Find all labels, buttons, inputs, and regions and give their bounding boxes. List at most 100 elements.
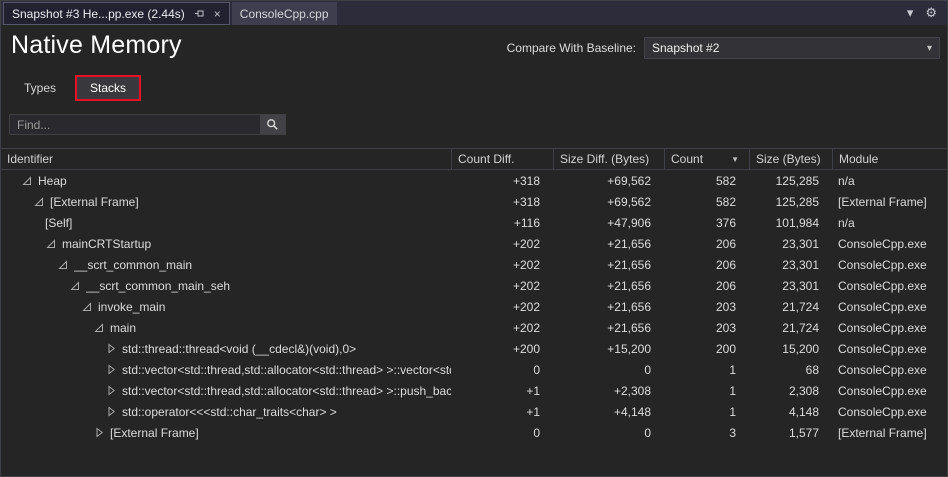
- search-icon[interactable]: [260, 115, 285, 134]
- row-size-diff: +21,656: [607, 278, 651, 293]
- row-count-diff: +318: [512, 194, 540, 209]
- row-module: ConsoleCpp.exe: [838, 299, 927, 314]
- row-identifier: invoke_main: [98, 299, 166, 314]
- row-count: 3: [729, 425, 736, 440]
- row-module: ConsoleCpp.exe: [838, 362, 927, 377]
- column-header-count[interactable]: Count ▼: [664, 149, 749, 169]
- row-identifier: __scrt_common_main: [74, 257, 193, 272]
- row-count-diff: +202: [512, 257, 540, 272]
- table-row[interactable]: __scrt_common_main +202 +21,656 206 23,3…: [1, 254, 947, 275]
- expanded-triangle-icon[interactable]: [34, 196, 44, 207]
- row-identifier: [External Frame]: [50, 194, 139, 209]
- row-size-diff: +69,562: [607, 194, 651, 209]
- identifier-cell: std::operator<<<std::char_traits<char> >: [1, 405, 451, 419]
- table-row[interactable]: [Self] +116 +47,906 376 101,984 n/a: [1, 212, 947, 233]
- collapsed-triangle-icon[interactable]: [94, 427, 104, 438]
- collapsed-triangle-icon[interactable]: [106, 385, 116, 396]
- row-size-diff: +21,656: [607, 236, 651, 251]
- row-count: 1: [729, 383, 736, 398]
- identifier-cell: invoke_main: [1, 300, 451, 314]
- collapsed-triangle-icon[interactable]: [106, 364, 116, 375]
- table-row[interactable]: __scrt_common_main_seh +202 +21,656 206 …: [1, 275, 947, 296]
- expanded-triangle-icon[interactable]: [82, 301, 92, 312]
- stacks-table-rows: Heap +318 +69,562 582 125,285 n/a [Exter…: [1, 170, 947, 443]
- table-row[interactable]: main +202 +21,656 203 21,724 ConsoleCpp.…: [1, 317, 947, 338]
- table-row[interactable]: std::thread::thread<void (__cdecl&)(void…: [1, 338, 947, 359]
- row-identifier: mainCRTStartup: [62, 236, 152, 251]
- row-size: 23,301: [782, 236, 819, 251]
- collapsed-triangle-icon[interactable]: [106, 343, 116, 354]
- baseline-dropdown[interactable]: Snapshot #2 ▾: [644, 37, 940, 59]
- row-count: 206: [715, 278, 736, 293]
- row-module: ConsoleCpp.exe: [838, 257, 927, 272]
- row-size: 21,724: [782, 299, 819, 314]
- column-header-identifier[interactable]: Identifier: [1, 149, 451, 169]
- collapsed-triangle-icon[interactable]: [106, 406, 116, 417]
- row-identifier: std::thread::thread<void (__cdecl&)(void…: [122, 341, 357, 356]
- baseline-label: Compare With Baseline:: [506, 41, 636, 55]
- table-row[interactable]: [External Frame] +318 +69,562 582 125,28…: [1, 191, 947, 212]
- column-header-size[interactable]: Size (Bytes): [749, 149, 832, 169]
- expanded-triangle-icon[interactable]: [70, 280, 80, 291]
- chevron-down-icon[interactable]: ▾: [907, 5, 914, 21]
- expanded-triangle-icon[interactable]: [46, 238, 56, 249]
- gear-icon[interactable]: ⚙: [925, 5, 937, 21]
- tab-types[interactable]: Types: [11, 75, 69, 101]
- expander-slot: [33, 196, 45, 207]
- row-identifier: main: [110, 320, 137, 335]
- column-header-module[interactable]: Module: [832, 149, 948, 169]
- tab-stacks[interactable]: Stacks: [75, 75, 142, 101]
- identifier-cell: [External Frame]: [1, 426, 451, 440]
- identifier-cell: std::thread::thread<void (__cdecl&)(void…: [1, 342, 451, 356]
- row-size-diff: 0: [644, 362, 651, 377]
- table-row[interactable]: mainCRTStartup +202 +21,656 206 23,301 C…: [1, 233, 947, 254]
- pin-icon[interactable]: [194, 8, 205, 19]
- row-count-diff: 0: [533, 425, 540, 440]
- expanded-triangle-icon[interactable]: [94, 322, 104, 333]
- row-size: 125,285: [775, 173, 819, 188]
- identifier-cell: std::vector<std::thread,std::allocator<s…: [1, 363, 451, 377]
- row-size: 68: [805, 362, 819, 377]
- search-input[interactable]: [10, 115, 260, 134]
- table-row[interactable]: Heap +318 +69,562 582 125,285 n/a: [1, 170, 947, 191]
- row-count: 1: [729, 404, 736, 419]
- tab-consolecpp-label: ConsoleCpp.cpp: [239, 6, 329, 21]
- row-size: 15,200: [782, 341, 819, 356]
- row-count: 206: [715, 236, 736, 251]
- column-header-count-diff[interactable]: Count Diff.: [451, 149, 553, 169]
- row-module: ConsoleCpp.exe: [838, 383, 927, 398]
- identifier-cell: __scrt_common_main: [1, 258, 451, 272]
- expanded-triangle-icon[interactable]: [22, 175, 32, 186]
- row-count: 206: [715, 257, 736, 272]
- row-module: [External Frame]: [838, 425, 927, 440]
- table-row[interactable]: invoke_main +202 +21,656 203 21,724 Cons…: [1, 296, 947, 317]
- stacks-table: Identifier Count Diff. Size Diff. (Bytes…: [1, 148, 947, 443]
- identifier-cell: main: [1, 321, 451, 335]
- column-header-size-diff[interactable]: Size Diff. (Bytes): [553, 149, 664, 169]
- row-size-diff: +47,906: [607, 215, 651, 230]
- baseline-dropdown-value: Snapshot #2: [652, 41, 720, 55]
- row-count-diff: +1: [526, 404, 540, 419]
- row-module: ConsoleCpp.exe: [838, 341, 927, 356]
- tab-consolecpp[interactable]: ConsoleCpp.cpp: [231, 2, 337, 25]
- table-row[interactable]: std::operator<<<std::char_traits<char> >…: [1, 401, 947, 422]
- table-row[interactable]: std::vector<std::thread,std::allocator<s…: [1, 380, 947, 401]
- close-icon[interactable]: ×: [214, 8, 221, 20]
- table-row[interactable]: std::vector<std::thread,std::allocator<s…: [1, 359, 947, 380]
- row-count: 582: [715, 173, 736, 188]
- expander-slot: [105, 406, 117, 417]
- table-row[interactable]: [External Frame] 0 0 3 1,577 [External F…: [1, 422, 947, 443]
- row-count: 203: [715, 299, 736, 314]
- row-count-diff: +202: [512, 278, 540, 293]
- tab-snapshot[interactable]: Snapshot #3 He...pp.exe (2.44s) ×: [3, 2, 230, 25]
- row-size: 23,301: [782, 278, 819, 293]
- expanded-triangle-icon[interactable]: [58, 259, 68, 270]
